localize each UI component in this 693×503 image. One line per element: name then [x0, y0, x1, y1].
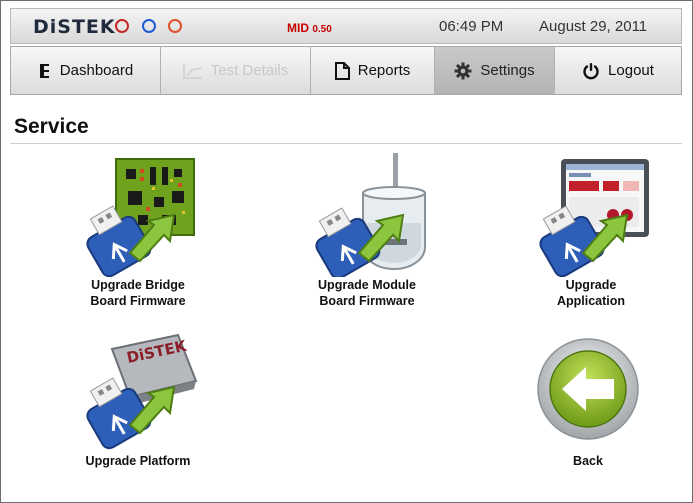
status-indicator-blue — [142, 19, 156, 33]
tab-reports[interactable]: Reports — [311, 47, 435, 94]
back-arrow-icon — [528, 333, 648, 453]
application-screen-usb-icon — [531, 157, 651, 278]
upgrade-module-board-label-2: Board Firmware — [319, 294, 415, 308]
page-title: Service — [14, 115, 89, 138]
back-label: Back — [573, 454, 603, 468]
upgrade-bridge-board-button[interactable]: Upgrade Bridge Board Firmware — [58, 157, 218, 309]
upgrade-application-label-1: Upgrade — [565, 278, 617, 292]
back-button[interactable]: Back — [508, 333, 668, 469]
clock-time: 06:49 PM — [439, 18, 504, 35]
upgrade-module-board-label-1: Upgrade Module — [318, 278, 416, 292]
upgrade-bridge-board-label-1: Upgrade Bridge — [91, 278, 185, 292]
upgrade-bridge-board-label-2: Board Firmware — [90, 294, 186, 308]
mid-readout: MID 0.50 — [287, 21, 332, 35]
platform-chip-usb-icon: DiSTEK — [78, 333, 198, 453]
tab-test-details-label: Test Details — [210, 62, 289, 79]
status-indicator-orange — [168, 19, 182, 33]
document-icon — [334, 61, 350, 80]
tab-settings-label: Settings — [480, 62, 535, 79]
tab-reports-label: Reports — [357, 62, 411, 79]
status-bar: DiSTEK MID 0.50 06:49 PM August 29, 2011 — [10, 8, 682, 44]
upgrade-platform-button[interactable]: DiSTEK Upgrade Platform — [58, 333, 218, 469]
chart-icon — [182, 63, 203, 79]
tab-dashboard-label: Dashboard — [59, 62, 134, 79]
upgrade-platform-label: Upgrade Platform — [85, 454, 191, 468]
tab-dashboard[interactable]: Dashboard — [11, 47, 161, 94]
dissolution-vessel-usb-icon — [307, 153, 427, 280]
tab-settings[interactable]: Settings — [435, 47, 555, 94]
upgrade-application-button[interactable]: Upgrade Application — [511, 157, 671, 309]
dashboard-icon — [38, 63, 52, 79]
upgrade-application-label-2: Application — [556, 294, 626, 308]
tab-test-details[interactable]: Test Details — [161, 47, 311, 94]
tab-logout-label: Logout — [608, 62, 654, 79]
status-indicator-red — [115, 19, 129, 33]
upgrade-module-board-button[interactable]: Upgrade Module Board Firmware — [287, 153, 447, 309]
app-window: DiSTEK MID 0.50 06:49 PM August 29, 2011… — [0, 0, 693, 503]
title-divider — [10, 143, 682, 144]
bridge-board-usb-icon — [78, 157, 198, 278]
clock-date: August 29, 2011 — [539, 18, 648, 35]
tab-logout[interactable]: Logout — [555, 47, 681, 94]
gear-icon — [454, 62, 472, 80]
main-nav: Dashboard Test Details Reports Settings … — [10, 46, 682, 95]
distek-logo: DiSTEK — [33, 16, 116, 38]
power-icon — [582, 62, 600, 80]
